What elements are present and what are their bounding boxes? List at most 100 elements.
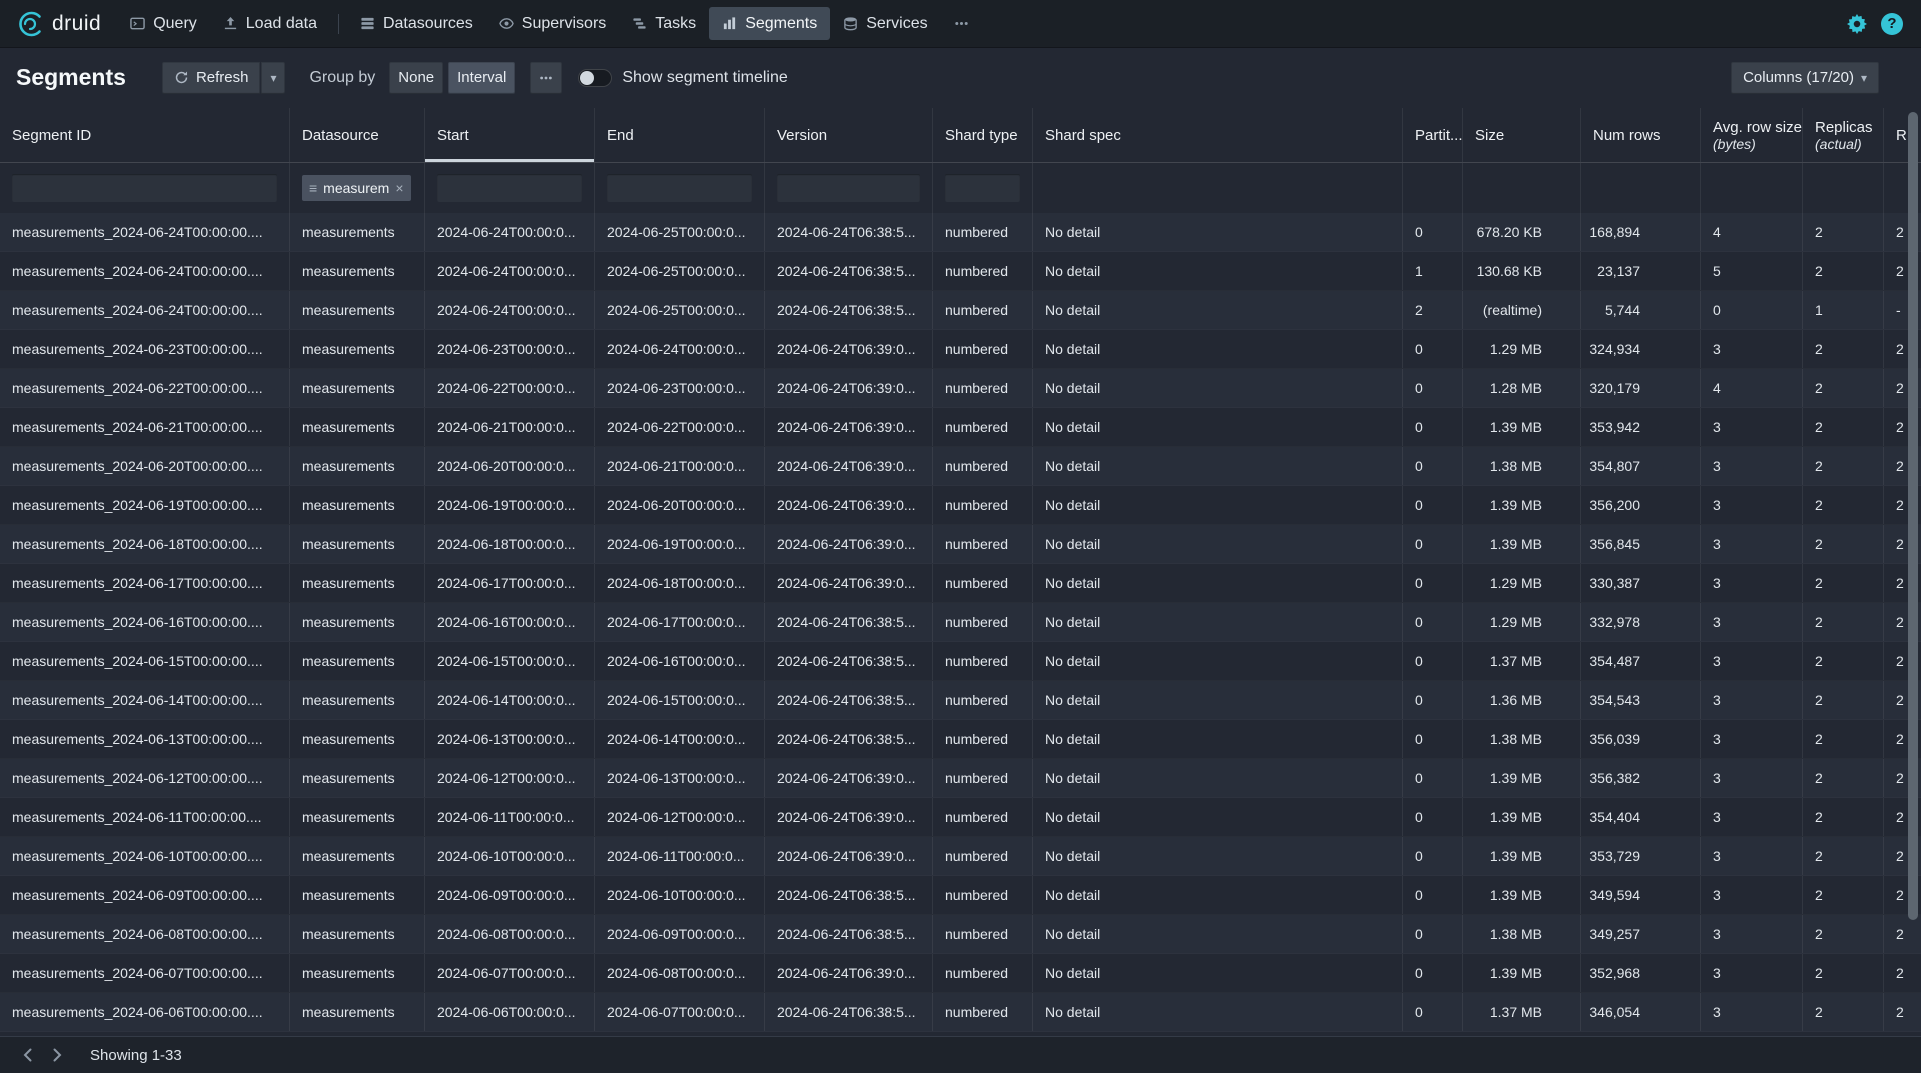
- col-header-segment-id[interactable]: Segment ID: [0, 108, 290, 162]
- end-filter-input[interactable]: [607, 174, 752, 202]
- cell-replicas: 2: [1803, 642, 1884, 680]
- cell-datasource: measurements: [290, 603, 425, 641]
- table-row: measurements_2024-06-07T00:00:00.... mea…: [0, 954, 1921, 993]
- cell-partition: 0: [1403, 876, 1463, 914]
- col-header-replicas[interactable]: Replicas(actual): [1803, 108, 1884, 162]
- col-header-start[interactable]: Start: [425, 108, 595, 162]
- supervisors-icon: [499, 16, 514, 31]
- nav-item-segments[interactable]: Segments: [709, 7, 830, 40]
- col-header-shard-type[interactable]: Shard type: [933, 108, 1033, 162]
- cell-segment-id: measurements_2024-06-15T00:00:00....: [0, 642, 290, 680]
- nav-item-supervisors[interactable]: Supervisors: [486, 7, 619, 40]
- prev-page-button[interactable]: [12, 1041, 42, 1069]
- start-filter-input[interactable]: [437, 174, 582, 202]
- nav-item-services[interactable]: Services: [830, 7, 940, 40]
- chevron-down-icon: ▾: [270, 71, 276, 85]
- more-options-button[interactable]: [530, 62, 562, 94]
- filter-cell-num-rows: [1581, 163, 1701, 213]
- refresh-dropdown-button[interactable]: ▾: [261, 62, 285, 94]
- cell-start: 2024-06-10T00:00:0...: [425, 837, 595, 875]
- cell-start: 2024-06-24T00:00:0...: [425, 291, 595, 329]
- view-controls: Segments Refresh ▾ Group by None Interva…: [0, 47, 1921, 108]
- group-by-none-button[interactable]: None: [389, 62, 443, 94]
- cell-start: 2024-06-14T00:00:0...: [425, 681, 595, 719]
- refresh-button[interactable]: Refresh: [162, 62, 261, 94]
- settings-button[interactable]: [1847, 14, 1867, 34]
- services-icon: [843, 16, 858, 31]
- table-row: measurements_2024-06-13T00:00:00.... mea…: [0, 720, 1921, 759]
- cell-size: 1.38 MB: [1463, 447, 1581, 485]
- cell-replicas: 2: [1803, 369, 1884, 407]
- cell-num-rows: 354,807: [1581, 447, 1701, 485]
- cell-shard-type: numbered: [933, 915, 1033, 953]
- cell-shard-type: numbered: [933, 252, 1033, 290]
- help-button[interactable]: ?: [1881, 13, 1903, 35]
- col-header-label: Segment ID: [12, 127, 91, 144]
- nav-item-more[interactable]: [941, 7, 990, 40]
- filter-cell-shard-spec: [1033, 163, 1403, 213]
- cell-replicas: 2: [1803, 759, 1884, 797]
- cell-partition: 0: [1403, 447, 1463, 485]
- more-icon: [954, 16, 969, 31]
- col-header-datasource[interactable]: Datasource: [290, 108, 425, 162]
- shard-type-filter-input[interactable]: [945, 174, 1020, 202]
- cell-shard-spec: No detail: [1033, 759, 1403, 797]
- cell-shard-type: numbered: [933, 642, 1033, 680]
- cell-start: 2024-06-09T00:00:0...: [425, 876, 595, 914]
- col-header-num-rows[interactable]: Num rows: [1581, 108, 1701, 162]
- cell-size: 1.39 MB: [1463, 876, 1581, 914]
- col-header-version[interactable]: Version: [765, 108, 933, 162]
- cell-end: 2024-06-14T00:00:0...: [595, 720, 765, 758]
- nav-item-datasources[interactable]: Datasources: [347, 7, 486, 40]
- cell-partition: 0: [1403, 681, 1463, 719]
- version-filter-input[interactable]: [777, 174, 920, 202]
- next-page-button[interactable]: [42, 1041, 72, 1069]
- cell-datasource: measurements: [290, 720, 425, 758]
- group-by-interval-button[interactable]: Interval: [448, 62, 515, 94]
- druid-logo[interactable]: druid: [16, 10, 101, 38]
- cell-end: 2024-06-10T00:00:0...: [595, 876, 765, 914]
- cell-size: 1.39 MB: [1463, 486, 1581, 524]
- nav-item-load-data[interactable]: Load data: [210, 7, 330, 40]
- cell-datasource: measurements: [290, 252, 425, 290]
- cell-size: 1.37 MB: [1463, 642, 1581, 680]
- cell-partition: 0: [1403, 408, 1463, 446]
- cell-avg-row-size: 4: [1701, 213, 1803, 251]
- chevron-left-icon: [23, 1048, 32, 1062]
- col-header-shard-spec[interactable]: Shard spec: [1033, 108, 1403, 162]
- pagination-bar: Showing 1-33: [0, 1036, 1921, 1073]
- datasource-filter-tag[interactable]: ≡ measurem ×: [302, 175, 411, 201]
- col-header-avg-row-size[interactable]: Avg. row size(bytes): [1701, 108, 1803, 162]
- cell-size: 1.39 MB: [1463, 837, 1581, 875]
- cell-end: 2024-06-25T00:00:0...: [595, 213, 765, 251]
- nav-item-query[interactable]: Query: [117, 7, 210, 40]
- cell-version: 2024-06-24T06:39:0...: [765, 525, 933, 563]
- vertical-scrollbar[interactable]: [1908, 112, 1918, 920]
- cell-shard-spec: No detail: [1033, 603, 1403, 641]
- nav-item-tasks[interactable]: Tasks: [619, 7, 709, 40]
- col-header-partition[interactable]: Partit...: [1403, 108, 1463, 162]
- cell-segment-id: measurements_2024-06-10T00:00:00....: [0, 837, 290, 875]
- remove-filter-icon[interactable]: ×: [395, 180, 403, 196]
- cell-num-rows: 356,382: [1581, 759, 1701, 797]
- cell-start: 2024-06-12T00:00:0...: [425, 759, 595, 797]
- cell-replicas: 1: [1803, 291, 1884, 329]
- col-header-size[interactable]: Size: [1463, 108, 1581, 162]
- cell-size: 1.29 MB: [1463, 564, 1581, 602]
- cell-avg-row-size: 3: [1701, 447, 1803, 485]
- cell-num-rows: 356,039: [1581, 720, 1701, 758]
- cell-avg-row-size: 0: [1701, 291, 1803, 329]
- segment-id-filter-input[interactable]: [12, 174, 277, 202]
- cell-shard-type: numbered: [933, 603, 1033, 641]
- segment-timeline-toggle[interactable]: [578, 69, 612, 87]
- cell-partition: 0: [1403, 213, 1463, 251]
- cell-version: 2024-06-24T06:39:0...: [765, 798, 933, 836]
- columns-button[interactable]: Columns (17/20) ▾: [1731, 62, 1879, 94]
- col-header-end[interactable]: End: [595, 108, 765, 162]
- cell-start: 2024-06-17T00:00:0...: [425, 564, 595, 602]
- cell-version: 2024-06-24T06:38:5...: [765, 915, 933, 953]
- cell-replicas: 2: [1803, 213, 1884, 251]
- cell-shard-spec: No detail: [1033, 525, 1403, 563]
- cell-replication-factor: 2: [1884, 954, 1921, 992]
- cell-shard-spec: No detail: [1033, 252, 1403, 290]
